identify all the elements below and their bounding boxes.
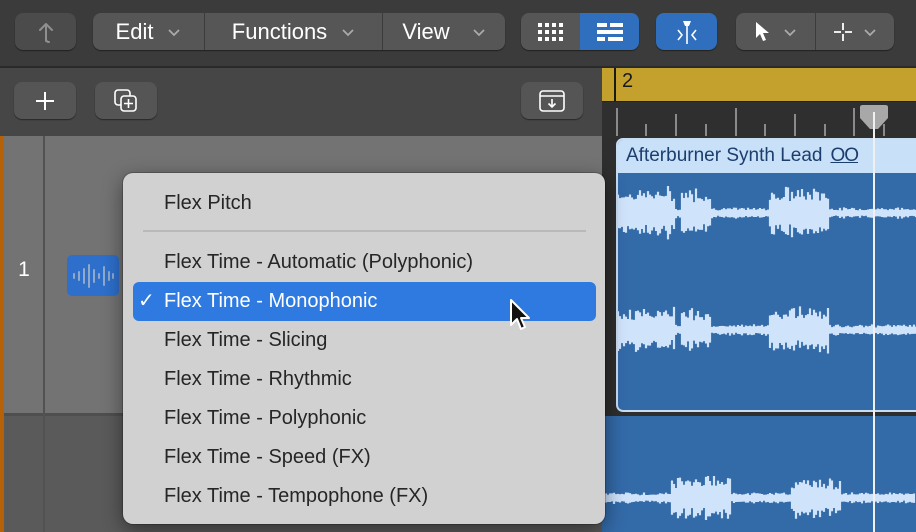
plus-icon	[36, 91, 54, 110]
marquee-tool-button[interactable]	[815, 13, 894, 50]
list-view-icon	[596, 22, 623, 41]
checkmark-icon: ✓	[138, 290, 155, 312]
menu-item-label: Flex Time - Polyphonic	[164, 407, 367, 429]
waveform-channel-left	[618, 186, 916, 240]
track-color-strip	[0, 136, 4, 532]
audio-waveform-icon	[73, 263, 114, 288]
menu-item-flex-time-speed[interactable]: Flex Time - Speed (FX)	[133, 438, 596, 477]
bar-number: 2	[622, 70, 634, 92]
pointer-tool-button[interactable]	[736, 13, 815, 50]
edit-menu-button[interactable]: Edit	[93, 13, 204, 50]
menu-bar-group: Edit Functions View	[93, 13, 505, 50]
view-toggle-group	[521, 13, 639, 50]
region-header: Afterburner Synth Lead OO	[618, 140, 916, 173]
duplicate-track-icon	[114, 88, 137, 112]
track-header-toolbar	[0, 68, 602, 136]
menu-item-flex-time-tempophone[interactable]: Flex Time - Tempophone (FX)	[133, 477, 596, 516]
ruler-tick	[616, 108, 618, 136]
playhead-line	[873, 116, 875, 532]
view-menu-label: View	[402, 18, 450, 44]
audio-region-track-2[interactable]	[602, 416, 916, 532]
ruler-tick	[705, 124, 707, 136]
functions-menu-label: Functions	[231, 18, 328, 44]
waveform-path	[602, 476, 916, 520]
menu-item-flex-pitch[interactable]: Flex Pitch	[133, 184, 596, 223]
chevron-down-icon	[783, 28, 796, 36]
chevron-down-icon	[473, 28, 485, 36]
catch-up-button[interactable]	[15, 13, 76, 50]
bar-ruler[interactable]	[602, 68, 916, 101]
flex-mode-button[interactable]	[656, 13, 717, 50]
waveform-track-2	[602, 476, 916, 520]
chevron-down-icon	[342, 28, 354, 36]
grid-view-button[interactable]	[521, 13, 580, 50]
waveform-path	[618, 186, 916, 240]
waveform-path	[618, 306, 916, 354]
menu-item-label: Flex Time - Speed (FX)	[164, 446, 371, 468]
menu-item-label: Flex Pitch	[164, 192, 252, 214]
menu-item-flex-time-rhythmic[interactable]: Flex Time - Rhythmic	[133, 360, 596, 399]
ruler-tick	[794, 114, 796, 136]
view-menu-button[interactable]: View	[382, 13, 505, 50]
track-icon-button[interactable]	[67, 255, 119, 296]
track-number: 1	[18, 258, 30, 281]
menu-item-label: Flex Time - Automatic (Polyphonic)	[164, 251, 473, 273]
bar-marker	[614, 68, 616, 102]
flex-mode-menu: Flex Pitch Flex Time - Automatic (Polyph…	[123, 173, 605, 524]
pointer-tool-icon	[755, 21, 769, 41]
ruler-tick	[824, 124, 826, 136]
menu-item-flex-time-automatic[interactable]: Flex Time - Automatic (Polyphonic)	[133, 243, 596, 282]
ruler-tick	[853, 108, 855, 136]
ruler-tick	[764, 124, 766, 136]
tool-group	[736, 13, 894, 50]
region-name: Afterburner Synth Lead	[626, 145, 823, 166]
add-track-button[interactable]	[14, 82, 76, 119]
mouse-cursor-icon	[510, 299, 530, 330]
inbox-download-icon	[539, 89, 565, 112]
menu-item-label: Flex Time - Rhythmic	[164, 368, 352, 390]
chevron-down-icon	[168, 28, 181, 36]
duplicate-track-button[interactable]	[95, 82, 157, 119]
track-number-column-divider	[43, 136, 45, 532]
edit-menu-label: Edit	[115, 18, 154, 44]
functions-menu-button[interactable]: Functions	[204, 13, 382, 50]
waveform-channel-right	[618, 306, 916, 354]
chevron-down-icon	[864, 28, 876, 36]
menu-item-flex-time-polyphonic[interactable]: Flex Time - Polyphonic	[133, 399, 596, 438]
download-button[interactable]	[521, 82, 583, 119]
marquee-tool-icon	[834, 22, 852, 41]
catch-up-arrow-icon	[38, 22, 53, 43]
region-loop-icon: OO	[830, 145, 859, 166]
ruler-tick	[645, 124, 647, 136]
menu-item-label: Flex Time - Slicing	[164, 329, 328, 351]
menu-item-label: Flex Time - Tempophone (FX)	[164, 485, 429, 507]
grid-view-icon	[537, 22, 563, 41]
flex-tool-icon	[676, 20, 697, 44]
ruler-tick	[735, 108, 737, 136]
ruler-tick	[675, 114, 677, 136]
playhead-handle[interactable]	[858, 104, 890, 134]
menu-item-label: Flex Time - Monophonic	[164, 290, 378, 312]
audio-region[interactable]: Afterburner Synth Lead OO	[616, 138, 916, 412]
menu-separator	[143, 230, 586, 232]
list-view-button[interactable]	[580, 13, 639, 50]
